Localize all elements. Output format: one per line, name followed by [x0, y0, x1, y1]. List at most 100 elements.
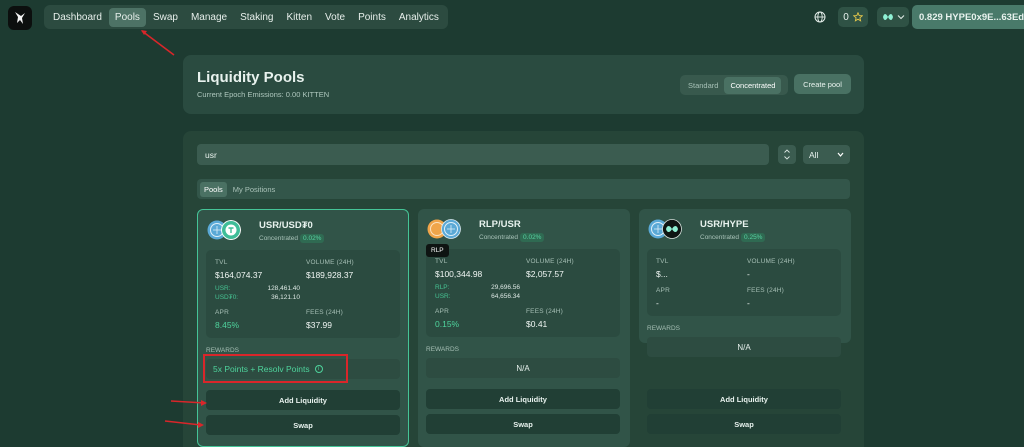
fees-value: $37.99	[306, 320, 332, 330]
epoch-emissions: Current Epoch Emissions: 0.00 KITTEN	[197, 90, 330, 99]
pool-card-rlp-usr[interactable]: RLP/USR Concentrated 0.02% TVL $100,344.9…	[418, 209, 630, 447]
apr-value: 0.15%	[435, 319, 460, 329]
search-input[interactable]	[197, 144, 769, 165]
create-pool-button[interactable]: Create pool	[794, 74, 851, 94]
fees-label: FEES (24H)	[526, 308, 564, 315]
pool-card-usr-hype[interactable]: USR/HYPE Concentrated 0.25% TVL $... VOLU…	[639, 209, 851, 343]
pool-type-label: Concentrated	[700, 234, 740, 241]
apr-value: 8.45%	[215, 320, 240, 330]
pools-header-card: Liquidity Pools Current Epoch Emissions:…	[183, 55, 864, 114]
nav-dashboard[interactable]: Dashboard	[47, 8, 108, 27]
token-b-amount: 64,656.34	[491, 293, 520, 300]
fees-value: $0.41	[526, 319, 548, 329]
tvl-label: TVL	[435, 258, 448, 265]
nav-pools[interactable]: Pools	[108, 7, 146, 27]
points-count: 0	[843, 11, 849, 23]
volume-value: -	[747, 269, 750, 279]
tvl-value: $164,074.37	[215, 270, 263, 280]
pools-list-card: All Pools My Positions USR/USD₮0 Concent…	[183, 131, 864, 447]
token-b-label: USR:	[435, 293, 451, 300]
fee-badge: 0.25%	[741, 233, 766, 242]
volume-value: $2,057.57	[526, 269, 564, 279]
token-a-amount: 128,461.40	[267, 285, 300, 292]
page-title: Liquidity Pools	[197, 69, 305, 86]
pool-type: Concentrated 0.25%	[700, 233, 766, 242]
globe-icon[interactable]	[814, 11, 826, 23]
rewards-label: REWARDS	[647, 325, 680, 332]
annotation-highlight-box	[203, 354, 348, 383]
tab-pools[interactable]: Pools	[200, 181, 227, 197]
token-b-label: USD₮0:	[215, 294, 239, 301]
rewards-value: N/A	[647, 337, 841, 357]
main-nav: Dashboard Pools Swap Manage Staking Kitt…	[44, 5, 448, 29]
token-a-label: USR:	[215, 285, 231, 292]
wallet-balance: 0.829 HYPE	[919, 11, 972, 23]
apr-label: APR	[656, 287, 670, 294]
volume-value: $189,928.37	[306, 270, 354, 280]
apr-label: APR	[435, 308, 449, 315]
pool-stats: TVL $... VOLUME (24H) - APR - FEES (24H)…	[647, 249, 841, 316]
nav-swap[interactable]: Swap	[147, 8, 184, 27]
fees-value: -	[747, 298, 750, 308]
pool-card-usr-usdt0[interactable]: USR/USD₮0 Concentrated 0.02% TVL $164,074…	[197, 209, 409, 447]
chevron-down-icon	[837, 152, 844, 157]
volume-label: VOLUME (24H)	[747, 258, 795, 265]
swap-button[interactable]: Swap	[206, 415, 400, 435]
pool-type-label: Concentrated	[479, 234, 519, 241]
pool-type-label: Concentrated	[259, 235, 299, 242]
sort-button[interactable]	[778, 145, 796, 164]
pool-mode-toggle: Standard Concentrated	[680, 75, 788, 95]
apr-label: APR	[215, 309, 229, 316]
pool-name: RLP/USR	[479, 219, 521, 230]
hype-token-icon	[662, 219, 682, 239]
pool-name: USR/USD₮0	[259, 220, 313, 231]
fees-label: FEES (24H)	[306, 309, 344, 316]
points-button[interactable]: 0	[838, 7, 868, 27]
nav-analytics[interactable]: Analytics	[393, 8, 445, 27]
fee-badge: 0.02%	[520, 233, 545, 242]
chevron-down-icon	[897, 15, 904, 20]
tvl-label: TVL	[215, 259, 228, 266]
add-liquidity-button[interactable]: Add Liquidity	[647, 389, 841, 409]
tvl-value: $100,344.98	[435, 269, 483, 279]
star-icon	[852, 12, 863, 22]
nav-points[interactable]: Points	[352, 8, 392, 27]
filter-value: All	[809, 149, 819, 160]
token-a-label: RLP:	[435, 284, 450, 291]
nav-staking[interactable]: Staking	[234, 8, 279, 27]
pool-filter-select[interactable]: All	[803, 145, 850, 164]
tvl-label: TVL	[656, 258, 669, 265]
pool-name: USR/HYPE	[700, 219, 749, 230]
apr-value: -	[656, 298, 659, 308]
rewards-value: N/A	[426, 358, 620, 378]
pool-type: Concentrated 0.02%	[479, 233, 545, 242]
rewards-label: REWARDS	[206, 347, 239, 354]
pool-type: Concentrated 0.02%	[259, 234, 325, 243]
nav-manage[interactable]: Manage	[185, 8, 233, 27]
token-b-amount: 36,121.10	[271, 294, 300, 301]
mode-standard[interactable]: Standard	[682, 77, 724, 94]
hyperliquid-icon	[882, 14, 893, 20]
network-selector[interactable]	[877, 7, 909, 27]
nav-kitten[interactable]: Kitten	[280, 8, 318, 27]
add-liquidity-button[interactable]: Add Liquidity	[206, 390, 400, 410]
wallet-address: 0x9E...63Ed	[971, 11, 1024, 23]
wallet-button[interactable]: 0.829 HYPE 0x9E...63Ed	[912, 5, 1024, 29]
usdt0-token-icon	[221, 220, 241, 240]
mode-concentrated[interactable]: Concentrated	[724, 76, 782, 94]
swap-button[interactable]: Swap	[426, 414, 620, 434]
nav-vote[interactable]: Vote	[319, 8, 351, 27]
token-a-amount: 29,696.56	[491, 284, 520, 291]
swap-button[interactable]: Swap	[647, 414, 841, 434]
pools-tabs: Pools My Positions	[197, 179, 850, 199]
rewards-label: REWARDS	[426, 346, 459, 353]
pool-stats: TVL $100,344.98 VOLUME (24H) $2,057.57 R…	[426, 249, 620, 337]
tab-my-positions[interactable]: My Positions	[229, 182, 280, 197]
kitten-logo-icon	[15, 12, 25, 24]
fees-label: FEES (24H)	[747, 287, 785, 294]
top-bar: Dashboard Pools Swap Manage Staking Kitt…	[0, 0, 1024, 36]
kitten-logo[interactable]	[8, 6, 32, 30]
add-liquidity-button[interactable]: Add Liquidity	[426, 389, 620, 409]
volume-label: VOLUME (24H)	[526, 258, 574, 265]
tvl-value: $...	[656, 269, 668, 279]
